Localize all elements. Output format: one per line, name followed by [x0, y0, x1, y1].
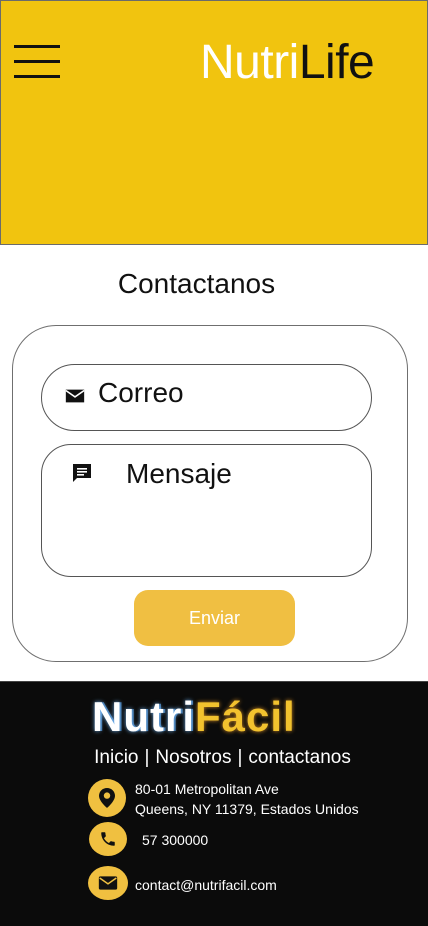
- footer-nav-contact[interactable]: contactanos: [248, 747, 350, 768]
- brand-part2: Life: [298, 36, 375, 89]
- email-field[interactable]: Correo: [41, 364, 372, 431]
- phone-icon: [89, 822, 127, 856]
- chat-bubble-icon: [73, 464, 91, 482]
- location-pin-icon: [88, 779, 126, 817]
- footer-nav-home[interactable]: Inicio: [94, 747, 138, 768]
- header: NutriLife: [0, 0, 428, 245]
- brand-part1: Nutri: [200, 36, 299, 89]
- menu-line: [14, 45, 60, 48]
- menu-line: [14, 60, 60, 63]
- address-line1: 80-01 Metropolitan Ave: [135, 781, 279, 797]
- envelope-icon: [65, 389, 85, 403]
- nav-separator: |: [237, 747, 243, 768]
- footer-nav: Inicio | Nosotros | contactanos: [0, 746, 428, 770]
- message-placeholder: Mensaje: [126, 458, 232, 489]
- contact-title: Contactanos: [117, 268, 276, 299]
- footer-logo-part1: Nutri: [92, 693, 195, 740]
- nav-separator: |: [144, 747, 150, 768]
- envelope-icon: [88, 866, 128, 900]
- contact-email-link[interactable]: contact@nutrifacil.com: [135, 875, 277, 895]
- address-line2: Queens, NY 11379, Estados Unidos: [135, 801, 359, 817]
- footer-logo-part2: Fácil: [195, 693, 296, 740]
- brand-logo[interactable]: NutriLife: [200, 35, 375, 91]
- message-field[interactable]: Mensaje: [41, 444, 372, 577]
- email-placeholder: Correo: [98, 377, 184, 408]
- footer-logo[interactable]: NutriFácil: [92, 694, 296, 740]
- footer: NutriFácil Inicio | Nosotros | contactanos 8…: [0, 681, 428, 926]
- hamburger-menu-icon[interactable]: [14, 45, 60, 79]
- address: 80-01 Metropolitan Ave Queens, NY 11379,…: [135, 779, 359, 819]
- footer-nav-about[interactable]: Nosotros: [155, 747, 231, 768]
- send-button[interactable]: Enviar: [134, 590, 295, 646]
- menu-line: [14, 75, 60, 78]
- phone-number: 57 300000: [142, 832, 209, 848]
